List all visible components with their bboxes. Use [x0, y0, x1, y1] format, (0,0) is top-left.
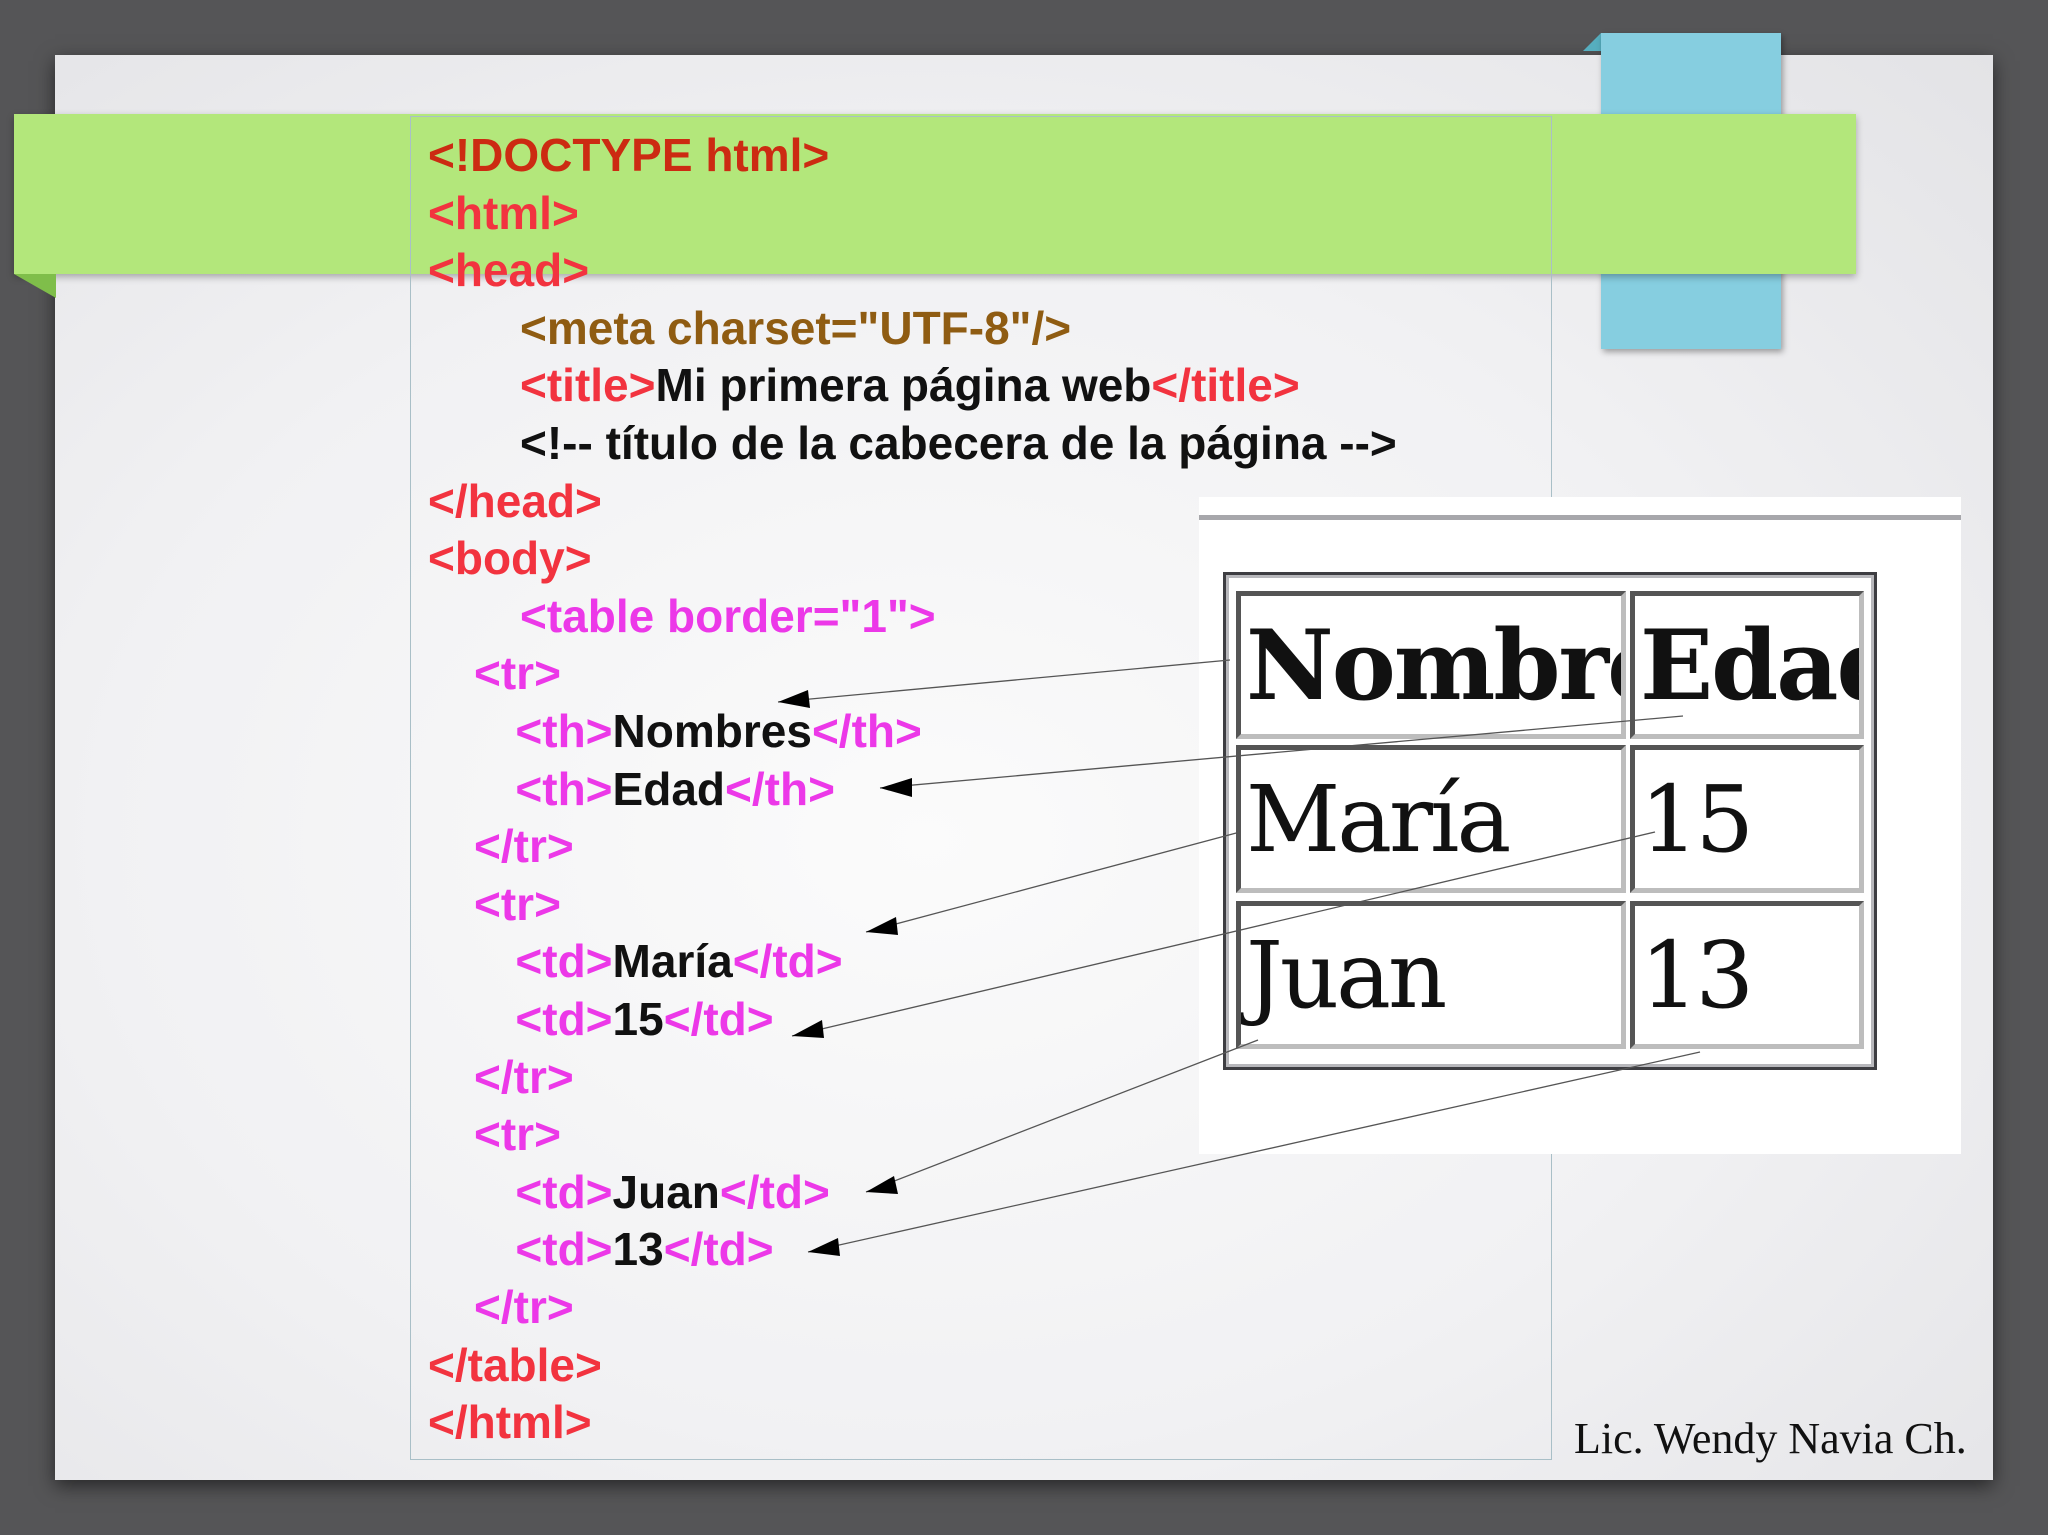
arrowhead-icon — [880, 778, 912, 797]
arrowhead-icon — [866, 1176, 898, 1194]
arrow-15 — [791, 831, 1656, 1037]
arrowhead-icon — [792, 1020, 824, 1038]
arrowhead-icon — [778, 690, 810, 708]
arrow-edad — [879, 715, 1684, 789]
arrow-13 — [807, 1051, 1701, 1253]
arrowhead-icon — [808, 1238, 840, 1256]
arrow-maria — [865, 831, 1241, 933]
arrow-juan — [865, 1039, 1259, 1193]
arrowhead-icon — [866, 917, 898, 935]
connector-arrows — [777, 659, 1701, 1256]
arrow-nombres — [777, 659, 1231, 703]
author-credit: Lic. Wendy Navia Ch. — [1574, 1414, 1967, 1463]
